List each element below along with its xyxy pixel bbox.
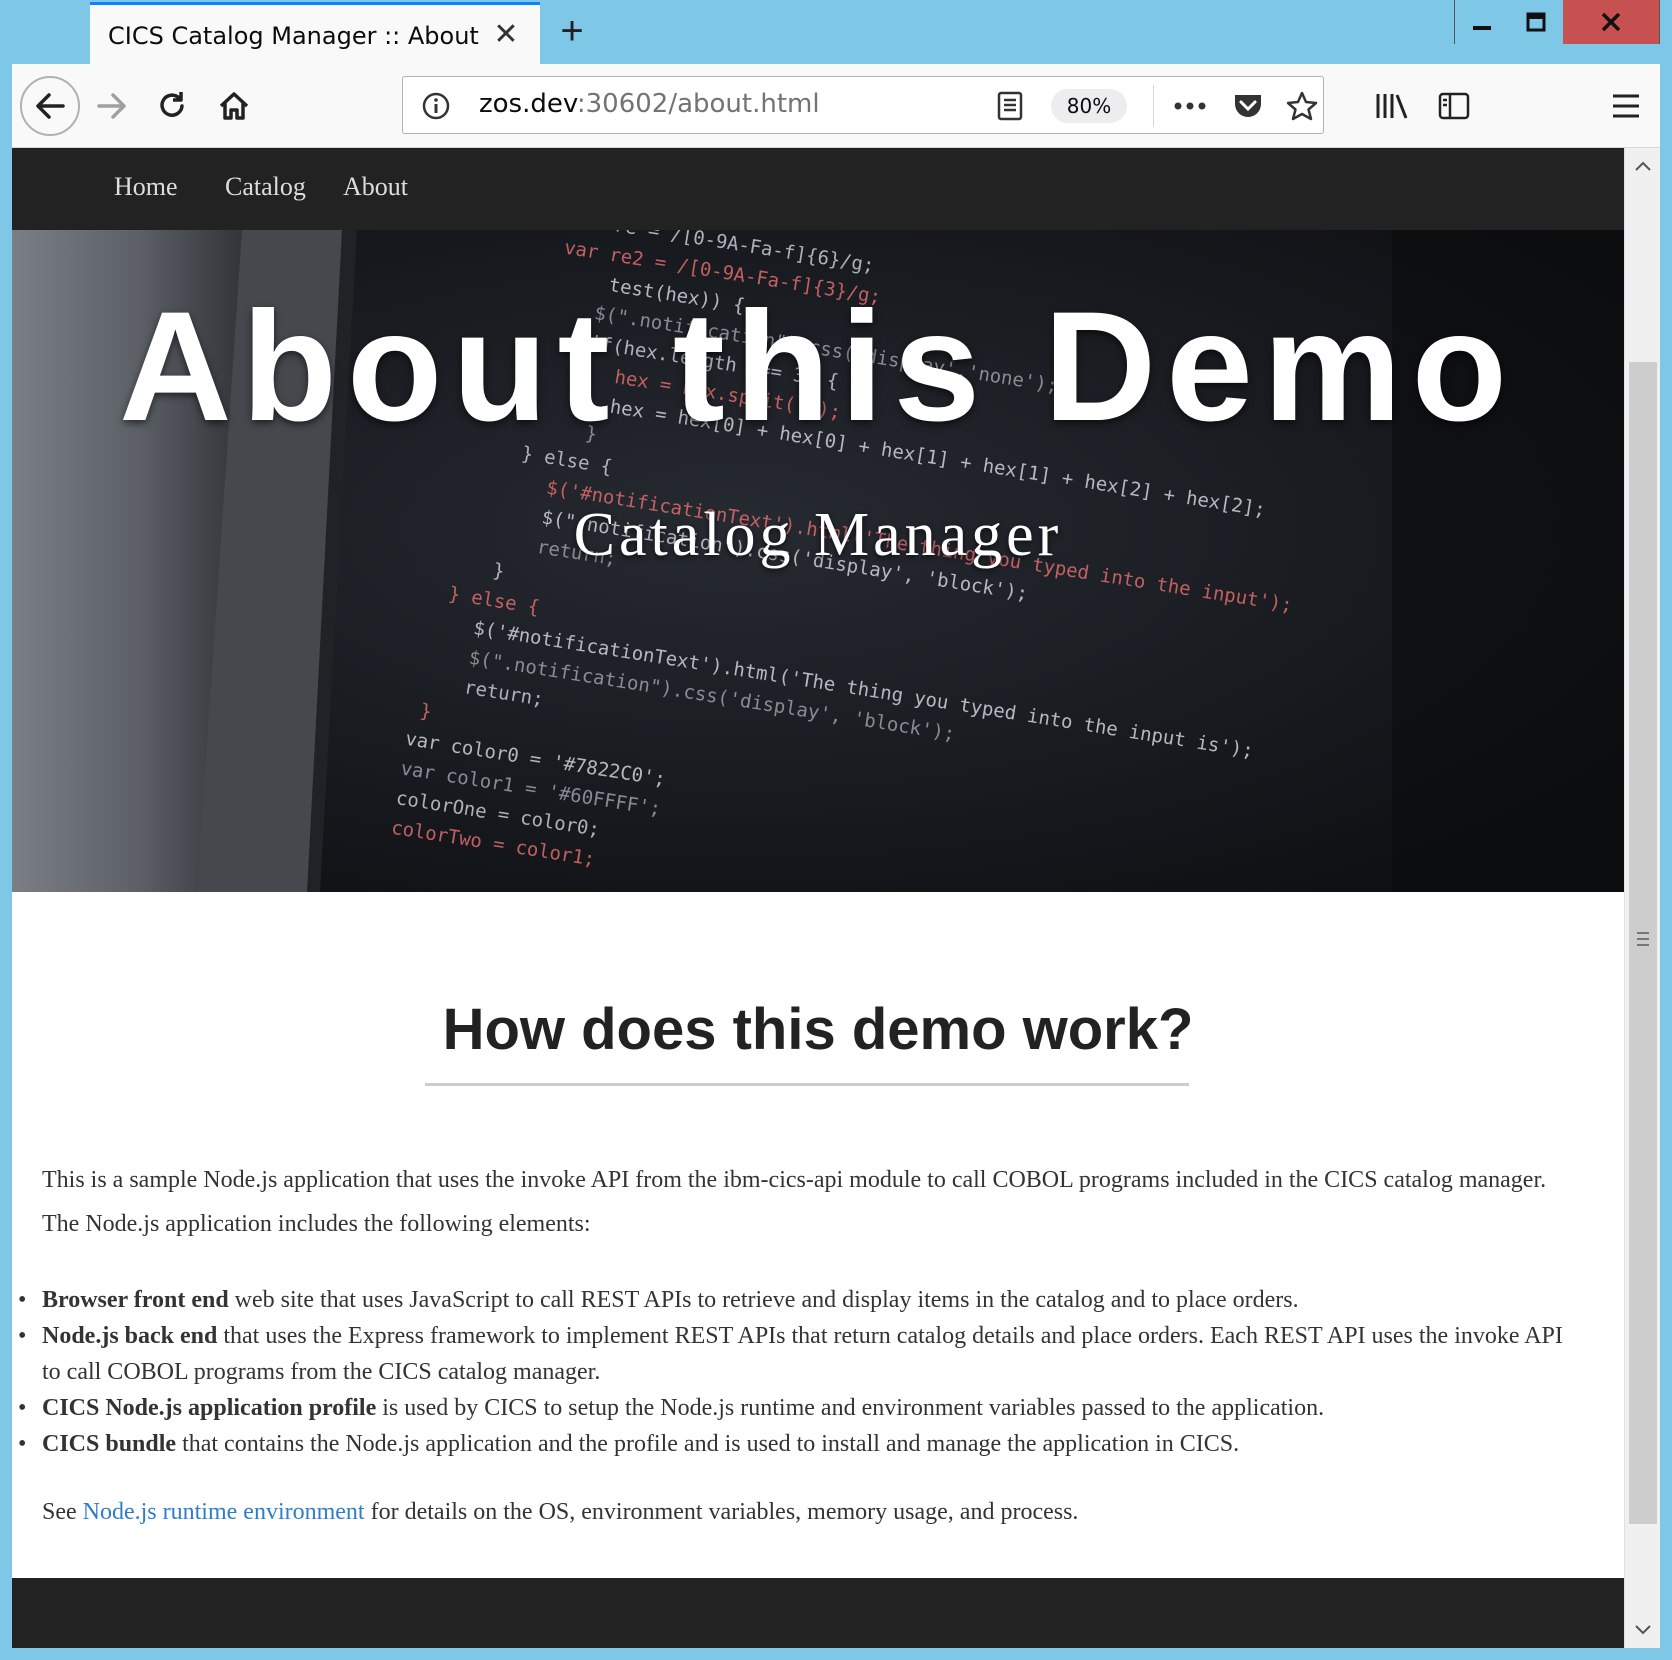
- feature-description: that uses the Express framework to imple…: [42, 1323, 1563, 1385]
- intro-paragraph: This is a sample Node.js application tha…: [42, 1167, 1547, 1237]
- features-list: Browser front end web site that uses Jav…: [18, 1282, 1582, 1462]
- see-more-paragraph: See Node.js runtime environment for deta…: [42, 1494, 1582, 1530]
- reload-button[interactable]: [142, 76, 202, 136]
- scroll-thumb[interactable]: [1629, 362, 1657, 1524]
- hero-title: About this Demo: [119, 280, 1517, 454]
- info-icon[interactable]: [421, 91, 451, 126]
- scroll-up-button[interactable]: [1625, 148, 1661, 184]
- url-path: :30602/about.html: [576, 89, 820, 119]
- list-item: CICS Node.js application profile is used…: [18, 1390, 1582, 1426]
- navigation-toolbar: zos.dev:30602/about.html 80%: [12, 64, 1660, 148]
- more-icon[interactable]: [1173, 89, 1207, 123]
- maximize-button[interactable]: [1509, 0, 1563, 44]
- nav-link-catalog[interactable]: Catalog: [225, 172, 306, 202]
- chevron-up-icon: [1635, 161, 1651, 171]
- chevron-down-icon: [1635, 1625, 1651, 1635]
- close-window-button[interactable]: [1563, 0, 1659, 44]
- reader-view-icon[interactable]: [993, 89, 1027, 123]
- home-icon: [219, 92, 249, 120]
- close-tab-icon[interactable]: ✕: [490, 19, 522, 51]
- url-text[interactable]: zos.dev:30602/about.html: [479, 89, 820, 119]
- nav-link-home[interactable]: Home: [114, 172, 178, 202]
- site-footer: [12, 1578, 1624, 1648]
- hero-subtitle: Catalog Manager: [573, 501, 1063, 569]
- library-button[interactable]: [1362, 76, 1422, 136]
- sidebar-icon: [1438, 92, 1470, 120]
- library-icon: [1376, 94, 1408, 119]
- zoom-level-button[interactable]: 80%: [1051, 89, 1127, 123]
- url-separator: [1153, 85, 1154, 127]
- reload-icon: [160, 92, 184, 117]
- pocket-icon[interactable]: [1231, 89, 1265, 123]
- feature-name: CICS bundle: [42, 1431, 177, 1457]
- list-item: CICS bundle that contains the Node.js ap…: [18, 1426, 1582, 1462]
- star-icon[interactable]: [1285, 89, 1319, 123]
- back-icon: [36, 93, 65, 119]
- forward-button[interactable]: [82, 76, 142, 136]
- feature-description: that contains the Node.js application an…: [176, 1431, 1240, 1457]
- feature-description: is used by CICS to setup the Node.js run…: [376, 1395, 1325, 1421]
- hero-banner: var re = /[0-9A-Fa-f]{6}/g;var re2 = /[0…: [12, 230, 1624, 892]
- feature-name: Node.js back end: [42, 1323, 218, 1349]
- minimize-button[interactable]: [1455, 0, 1509, 44]
- see-suffix: for details on the OS, environment varia…: [364, 1499, 1079, 1525]
- close-window-icon: [1601, 12, 1621, 32]
- forward-icon: [97, 93, 126, 119]
- minimize-icon: [1473, 26, 1491, 30]
- scroll-down-button[interactable]: [1625, 1612, 1661, 1648]
- tab-title: CICS Catalog Manager :: About: [108, 21, 479, 50]
- maximize-icon: [1526, 12, 1546, 32]
- window-controls: [1454, 0, 1660, 44]
- address-bar[interactable]: zos.dev:30602/about.html 80%: [402, 76, 1324, 134]
- feature-description: web site that uses JavaScript to call RE…: [228, 1287, 1299, 1313]
- list-item: Node.js back end that uses the Express f…: [18, 1318, 1582, 1390]
- menu-icon: [1613, 94, 1639, 118]
- see-prefix: See: [42, 1499, 83, 1525]
- nav-link-about[interactable]: About: [343, 172, 408, 202]
- url-host: zos.dev: [479, 89, 577, 119]
- page-viewport: Home Catalog About var re2 = /[0-9A-Fa-f…: [12, 148, 1624, 1648]
- back-button[interactable]: [20, 76, 80, 136]
- vertical-scrollbar[interactable]: [1624, 148, 1660, 1648]
- feature-name: Browser front end: [42, 1287, 229, 1313]
- tab-about[interactable]: CICS Catalog Manager :: About ✕: [90, 2, 540, 66]
- list-item: Browser front end web site that uses Jav…: [18, 1282, 1582, 1318]
- scroll-grip-icon: [1637, 932, 1649, 946]
- tab-bar: CICS Catalog Manager :: About ✕ +: [0, 0, 1672, 66]
- section-heading: How does this demo work?: [442, 997, 1194, 1062]
- menu-button[interactable]: [1596, 76, 1656, 136]
- browser-window: CICS Catalog Manager :: About ✕ + zos.de…: [0, 0, 1672, 1660]
- heading-divider: [425, 1083, 1189, 1086]
- sidebar-button[interactable]: [1424, 76, 1484, 136]
- runtime-environment-link[interactable]: Node.js runtime environment: [83, 1499, 365, 1525]
- home-button[interactable]: [204, 76, 264, 136]
- new-tab-button[interactable]: +: [552, 11, 592, 52]
- site-navbar: Home Catalog About: [12, 148, 1624, 230]
- feature-name: CICS Node.js application profile: [42, 1395, 377, 1421]
